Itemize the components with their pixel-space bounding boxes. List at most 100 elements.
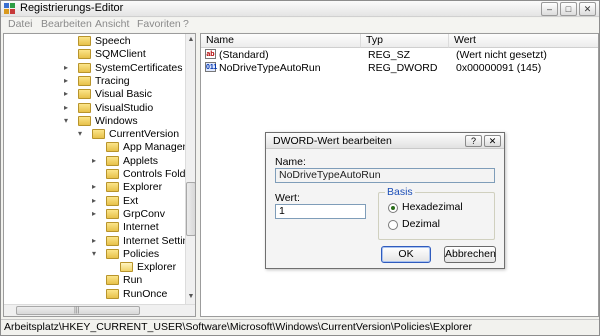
expand-icon[interactable]: ▸ xyxy=(92,183,100,191)
folder-icon xyxy=(106,155,119,166)
folder-icon xyxy=(78,115,91,126)
dialog-close-icon[interactable]: ✕ xyxy=(484,135,501,147)
folder-icon xyxy=(106,222,119,233)
menu-ansicht[interactable]: Ansicht xyxy=(95,18,129,30)
tree-item-label: Speech xyxy=(95,35,131,47)
folder-icon xyxy=(106,142,119,153)
folder-icon xyxy=(92,129,105,140)
tree-item-label: Explorer xyxy=(123,181,163,194)
tree-item-label: GrpConv xyxy=(123,207,166,220)
tree-item-label: Ext xyxy=(123,194,139,207)
expand-icon[interactable]: ▸ xyxy=(64,90,72,98)
close-icon[interactable]: ✕ xyxy=(579,2,596,16)
menu-bar: Datei Bearbeiten Ansicht Favoriten ? xyxy=(1,18,599,32)
dialog-title-bar[interactable]: DWORD-Wert bearbeiten ? ✕ xyxy=(266,133,504,149)
tree-hscroll-thumb[interactable]: ||| xyxy=(16,306,140,315)
title-bar[interactable]: Registrierungs-Editor – □ ✕ xyxy=(1,1,599,17)
dec-radio[interactable] xyxy=(388,220,398,230)
edit-dword-dialog: DWORD-Wert bearbeiten ? ✕ Name: NoDriveT… xyxy=(265,132,505,269)
folder-icon xyxy=(106,208,119,219)
folder-icon xyxy=(106,235,119,246)
tree-item-label: Visual Basic xyxy=(95,88,153,101)
expand-icon[interactable]: ▸ xyxy=(64,63,72,72)
expand-icon[interactable]: ▸ xyxy=(92,196,100,205)
tree-vscroll-thumb[interactable] xyxy=(186,182,195,236)
folder-icon xyxy=(78,75,91,86)
dword-value-icon: 011 xyxy=(205,62,218,72)
name-field[interactable]: NoDriveTypeAutoRun xyxy=(275,168,495,183)
folder-icon xyxy=(78,49,91,60)
folder-icon xyxy=(106,288,119,299)
tree-item-label: Run xyxy=(123,274,143,287)
value-row[interactable]: 011 NoDriveTypeAutoRun REG_DWORD 0x00000… xyxy=(203,62,598,75)
dec-radio-label[interactable]: Dezimal xyxy=(402,218,440,230)
tree-item-label: Internet xyxy=(123,221,159,234)
ok-button[interactable]: OK xyxy=(381,246,431,263)
folder-icon xyxy=(78,62,91,73)
value-row[interactable]: ab (Standard) REG_SZ (Wert nicht gesetzt… xyxy=(203,49,598,62)
tree-item-label: VisualStudio xyxy=(95,101,154,114)
value-type: REG_SZ xyxy=(368,49,411,61)
window-title: Registrierungs-Editor xyxy=(20,2,124,14)
collapse-icon[interactable]: ▾ xyxy=(92,249,100,258)
menu-datei[interactable]: Datei xyxy=(8,18,33,30)
value-name: NoDriveTypeAutoRun xyxy=(219,62,321,74)
folder-icon xyxy=(106,195,119,206)
string-value-icon: ab xyxy=(205,49,216,59)
collapse-icon[interactable]: ▾ xyxy=(78,130,86,138)
tree-item-label: SQMClient xyxy=(95,48,146,61)
value-type: REG_DWORD xyxy=(368,62,438,74)
tree-item-label: Internet Setting xyxy=(123,234,195,247)
value-data: (Wert nicht gesetzt) xyxy=(456,49,547,61)
tree-item-label: Windows xyxy=(95,114,138,127)
folder-icon xyxy=(106,182,119,193)
help-icon[interactable]: ? xyxy=(465,135,482,147)
folder-icon xyxy=(120,262,133,273)
folder-icon xyxy=(78,89,91,100)
registry-editor-window: Registrierungs-Editor – □ ✕ Datei Bearbe… xyxy=(0,0,600,336)
name-label: Name: xyxy=(275,156,306,168)
folder-icon xyxy=(106,248,119,259)
registry-app-icon xyxy=(4,3,16,15)
menu-bearbeiten[interactable]: Bearbeiten xyxy=(41,18,92,30)
value-data: 0x00000091 (145) xyxy=(456,62,542,74)
hex-radio[interactable] xyxy=(388,203,398,213)
tree-vertical-scrollbar[interactable]: ▲ ▼ xyxy=(185,34,195,304)
minimize-icon[interactable]: – xyxy=(541,2,558,16)
tree-item-label: Tracing xyxy=(95,74,130,87)
menu-favoriten[interactable]: Favoriten xyxy=(137,18,181,30)
folder-icon xyxy=(78,102,91,113)
dialog-title: DWORD-Wert bearbeiten xyxy=(273,135,392,147)
tree-item-label: Policies xyxy=(123,247,160,260)
column-typ[interactable]: Typ xyxy=(361,34,449,48)
expand-icon[interactable]: ▸ xyxy=(64,76,72,85)
maximize-icon[interactable]: □ xyxy=(560,2,577,16)
key-tree[interactable]: RunOnce Run Explorer ▾ Policies ▸ Internet Set… xyxy=(3,33,196,317)
folder-icon xyxy=(106,169,119,179)
tree-item-label: RunOnce xyxy=(123,287,168,300)
tree-horizontal-scrollbar[interactable]: ||| xyxy=(4,304,195,316)
expand-icon[interactable]: ▸ xyxy=(64,103,72,112)
hex-radio-label[interactable]: Hexadezimal xyxy=(402,201,463,213)
column-name[interactable]: Name xyxy=(201,34,361,48)
folder-icon xyxy=(78,36,91,46)
collapse-icon[interactable]: ▾ xyxy=(64,116,72,125)
scroll-down-icon[interactable]: ▼ xyxy=(187,293,195,301)
expand-icon[interactable]: ▸ xyxy=(92,236,100,245)
expand-icon[interactable]: ▸ xyxy=(92,156,100,165)
scroll-up-icon[interactable]: ▲ xyxy=(187,36,195,44)
tree-item-label: Controls Folder xyxy=(123,168,195,180)
value-field[interactable]: 1 xyxy=(275,204,366,219)
basis-label: Basis xyxy=(385,186,415,198)
expand-icon[interactable]: ▸ xyxy=(92,209,100,218)
status-bar: Arbeitsplatz\HKEY_CURRENT_USER\Software\… xyxy=(1,319,599,335)
column-wert[interactable]: Wert xyxy=(449,34,598,48)
tree-item-label: Applets xyxy=(123,154,159,167)
tree-item-label: Explorer xyxy=(137,261,177,274)
value-name: (Standard) xyxy=(219,49,269,61)
tree-item-label: SystemCertificates xyxy=(95,61,183,74)
folder-icon xyxy=(106,275,119,286)
menu-help[interactable]: ? xyxy=(183,18,189,30)
cancel-button[interactable]: Abbrechen xyxy=(444,246,496,263)
value-label: Wert: xyxy=(275,192,300,204)
